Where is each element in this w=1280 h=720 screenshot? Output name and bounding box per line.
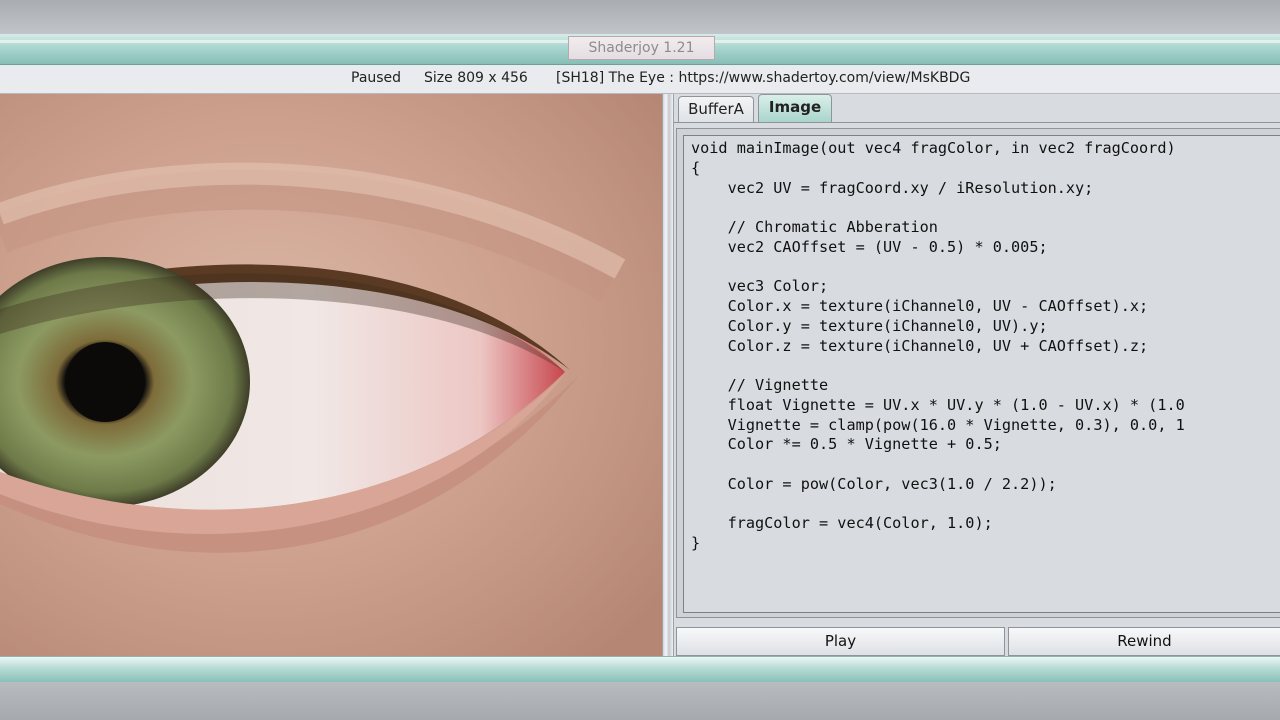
panel-splitter[interactable] [662, 94, 674, 656]
desktop-background-top [0, 0, 1280, 34]
editor-frame: void mainImage(out vec4 fragColor, in ve… [676, 128, 1280, 618]
tab-image[interactable]: Image [758, 94, 832, 122]
desktop-background-bottom [0, 682, 1280, 720]
shader-code[interactable]: void mainImage(out vec4 fragColor, in ve… [684, 136, 1280, 554]
tab-buffera[interactable]: BufferA [678, 96, 754, 122]
window-title: Shaderjoy 1.21 [568, 36, 715, 60]
play-button[interactable]: Play [676, 627, 1005, 656]
window-bottom-border [0, 656, 1280, 683]
status-bar: Paused Size 809 x 456 [SH18] The Eye : h… [0, 65, 1280, 94]
editor-panel: BufferA Image void mainImage(out vec4 fr… [674, 94, 1280, 656]
code-editor[interactable]: void mainImage(out vec4 fragColor, in ve… [683, 135, 1280, 613]
eye-render-image [0, 94, 662, 656]
tab-divider [674, 122, 1280, 123]
render-size: Size 809 x 456 [424, 70, 528, 86]
shader-info: [SH18] The Eye : https://www.shadertoy.c… [556, 70, 971, 86]
shader-viewport[interactable] [0, 94, 662, 656]
rewind-button[interactable]: Rewind [1008, 627, 1280, 656]
playback-state: Paused [351, 70, 402, 86]
